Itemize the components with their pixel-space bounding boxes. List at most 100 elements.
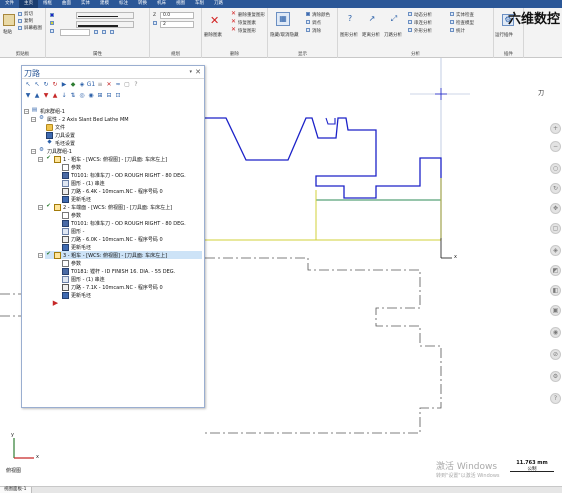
tree-op-1[interactable]: ✔ 1 - 粗车 - [WCS: 俯视图] - [刀具面: 车床左上] [45,155,167,163]
menu-transform[interactable]: 转换 [133,0,152,8]
solid-color-icon[interactable] [110,30,114,34]
paste-icon[interactable] [3,14,15,26]
layer-field[interactable]: 2 [160,21,194,28]
surface-label[interactable]: 消除 [312,28,321,34]
tree-op-3-tool[interactable]: T0181: 镗杆 - ID FINISH 16. DIA. - 55 DEG. [62,267,175,275]
tree-op-2-toolpath[interactable]: 刀路 - 6.0K - 10mcam.NC - 程序号码 0 [62,235,163,243]
select-invalid-icon[interactable]: ↖ [33,81,41,89]
center-icon[interactable] [306,20,310,24]
simulate-icon[interactable]: ◈ [78,81,86,89]
expand-machine-group[interactable]: − [24,109,29,114]
tree-properties[interactable]: ⚙ 属性 - 2 Axis Slant Bed Lathe MM [38,115,129,123]
tree-op-1-tool[interactable]: T0101: 标准车刀 - OD ROUGH RIGHT - 80 DEG. [62,171,186,179]
entity-color-icon[interactable] [94,30,98,34]
tree-op-2-geometry[interactable]: 图形 - [62,227,84,235]
show-all-icon[interactable]: ◉ [87,92,95,100]
tree-op-2[interactable]: ✔ 2 - 车端面 - [WCS: 俯视图] - [刀具面: 车床左上] [45,203,172,211]
filter-icon[interactable]: ⊡ [114,92,122,100]
dynamic-analysis-label[interactable]: 动态分析 [414,12,432,18]
shaded-icon[interactable]: ◉ [550,327,561,338]
regenerate-dirty-icon[interactable]: ↻ [51,81,59,89]
check-model-label[interactable]: 检查模型 [456,20,474,26]
close-icon[interactable]: ✕ [195,68,201,76]
tree-stock-settings[interactable]: ◆ 毛坯设置 [46,139,75,147]
backplot-icon[interactable]: ▶ [60,81,68,89]
expand-op-3[interactable]: − [38,253,43,258]
pan-icon[interactable]: ✥ [550,203,561,214]
undelete-icon[interactable]: ✕ [231,19,236,25]
tree-machine-group[interactable]: ▤ 机床群组-1 [31,107,65,115]
copy-icon[interactable] [18,19,22,23]
move-up-icon[interactable]: ▲ [33,92,41,100]
tree-op-3-geometry[interactable]: 图形 - (1) 串连 [62,275,105,283]
tree-op-3[interactable]: ✔ 3 - 粗车 - [WCS: 俯视图] - [刀具面: 车床左上] [45,251,202,259]
delete-ops-icon[interactable]: ✕ [105,81,113,89]
rotate-icon[interactable]: ↻ [550,183,561,194]
restore-entities-label[interactable]: 恢复图形 [238,28,256,34]
menu-wireframe[interactable]: 线框 [38,0,57,8]
restore-entities-icon[interactable]: ✕ [231,27,236,33]
chain-analysis-icon[interactable] [408,20,412,24]
run-addin-label[interactable]: 运行插件 [495,32,513,38]
contour-analysis-icon[interactable] [408,28,412,32]
post-icon[interactable]: G1 [87,81,95,89]
toolpath-analysis-icon[interactable]: ⤢ [388,12,400,26]
select-all-icon[interactable]: ↖ [24,81,32,89]
tree-op-3-toolpath[interactable]: 刀路 - 7.1K - 10mcam.NC - 程序号码 0 [62,283,163,291]
clear-color-label[interactable]: 清除颜色 [312,12,330,18]
screenshot-icon[interactable] [18,26,22,30]
viewsheet-tab[interactable]: 视图面板-1 [0,487,32,493]
paste-label[interactable]: 粘贴 [3,29,12,35]
surface-icon[interactable] [306,28,310,32]
delete-icon[interactable]: ✕ [210,15,219,26]
tree-op-2-tool[interactable]: T0101: 标准车刀 - OD ROUGH RIGHT - 80 DEG. [62,219,186,227]
entity-analysis-icon[interactable]: ? [344,12,356,26]
iso-view-icon[interactable]: ◧ [550,285,561,296]
wireframe-icon[interactable]: ▣ [550,305,561,316]
center-label[interactable]: 调点 [312,20,321,26]
contour-analysis-label[interactable]: 外形分析 [414,28,432,34]
verify-icon[interactable]: ◆ [69,81,77,89]
expand-icon[interactable]: ⊞ [96,92,104,100]
body-check-label[interactable]: 实体检查 [456,12,474,18]
tree-op-1-toolpath[interactable]: 刀路 - 6.4K - 10mcam.NC - 程序号码 0 [62,187,163,195]
help-panel-icon[interactable]: ? [132,81,140,89]
cut-icon[interactable] [18,12,22,16]
lock-icon[interactable]: ▢ [123,81,131,89]
point-style-icon[interactable] [50,29,54,33]
body-check-icon[interactable] [450,12,454,16]
distance-analysis-icon[interactable]: ↗ [366,12,378,26]
undelete-label[interactable]: 恢复图素 [238,20,256,26]
show-hide-icon[interactable]: ▦ [276,12,290,26]
zoom-in-icon[interactable]: + [550,123,561,134]
tree-toolpath-group[interactable]: ⚙ 刀具群组-1 [38,147,72,155]
delete-entities-label[interactable]: 删除图素 [204,32,222,38]
side-view-icon[interactable]: ◩ [550,265,561,276]
distance-analysis-label[interactable]: 距离分析 [362,32,380,38]
after-selected-icon[interactable]: ↓ [60,92,68,100]
z-depth-field[interactable]: 0.0 [160,12,194,19]
tree-op-1-update[interactable]: 更新毛坯 [62,195,91,203]
expand-op-2[interactable]: − [38,205,43,210]
clear-icon[interactable]: ⊘ [550,349,561,360]
insert-arrow-up-icon[interactable]: ▲ [51,92,59,100]
menu-surfaces[interactable]: 曲面 [57,0,76,8]
chain-analysis-label[interactable]: 串连分析 [414,20,432,26]
screenshot-label[interactable]: 屏幕截图 [24,25,42,31]
menu-toolpaths[interactable]: 刀路 [209,0,228,8]
expand-op-1[interactable]: − [38,157,43,162]
tree-op-2-update[interactable]: 更新毛坯 [62,243,91,251]
tree-op-3-update[interactable]: 更新毛坯 [62,291,91,299]
menu-file[interactable]: 文件 [0,0,19,8]
cut-label[interactable]: 剪切 [24,11,33,17]
expand-properties[interactable]: − [31,117,36,122]
entity-analysis-label[interactable]: 图形分析 [340,32,358,38]
regenerate-icon[interactable]: ↻ [42,81,50,89]
tree-op-1-params[interactable]: 参数 [62,163,81,171]
tree-files[interactable]: 文件 [46,123,65,131]
front-view-icon[interactable]: ◈ [550,245,561,256]
fit-icon[interactable]: ○ [550,163,561,174]
toolpath-analysis-label[interactable]: 刀路分析 [384,32,402,38]
menu-home[interactable]: 主页 [19,0,38,8]
menu-view[interactable]: 视图 [171,0,190,8]
